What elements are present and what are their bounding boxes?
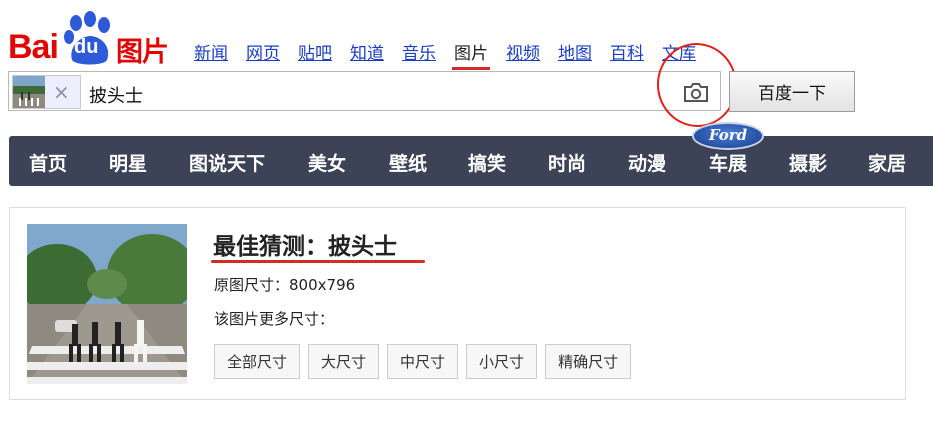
size-all-button[interactable]: 全部尺寸 — [214, 344, 301, 379]
result-card: 最佳猜测：披头士 原图尺寸：800x796 该图片更多尺寸： 全部尺寸 大尺寸 … — [9, 207, 906, 400]
ford-logo[interactable]: Ford — [692, 122, 764, 150]
result-photo[interactable] — [27, 224, 187, 384]
category-beauty[interactable]: 美女 — [308, 149, 346, 176]
category-anime[interactable]: 动漫 — [628, 149, 666, 176]
size-large-button[interactable]: 大尺寸 — [308, 344, 380, 379]
category-wallpaper[interactable]: 壁纸 — [389, 149, 427, 176]
original-size: 原图尺寸：800x796 — [214, 274, 355, 295]
query-image-thumbnail[interactable]: × — [12, 75, 81, 109]
remove-image-icon[interactable]: × — [53, 80, 70, 104]
original-size-value: 800x796 — [289, 276, 356, 294]
baidu-image-logo[interactable]: Bai du 图片 — [8, 10, 169, 68]
nav-web[interactable]: 网页 — [246, 39, 280, 64]
logo-pic-text: 图片 — [116, 37, 169, 68]
category-bar: 首页 明星 图说天下 美女 壁纸 搞笑 时尚 动漫 车展 摄影 家居 — [9, 136, 933, 186]
size-buttons: 全部尺寸 大尺寸 中尺寸 小尺寸 精确尺寸 — [214, 344, 639, 379]
nav-tieba[interactable]: 贴吧 — [298, 39, 332, 64]
nav-images[interactable]: 图片 — [452, 39, 490, 70]
best-guess-heading: 最佳猜测：披头士 — [213, 234, 397, 260]
category-home[interactable]: 首页 — [29, 149, 67, 176]
nav-zhidao[interactable]: 知道 — [350, 39, 384, 64]
size-exact-button[interactable]: 精确尺寸 — [545, 344, 632, 379]
size-medium-button[interactable]: 中尺寸 — [387, 344, 459, 379]
category-funny[interactable]: 搞笑 — [468, 149, 506, 176]
category-photography[interactable]: 摄影 — [789, 149, 827, 176]
original-size-label: 原图尺寸： — [214, 276, 290, 294]
category-world[interactable]: 图说天下 — [189, 149, 265, 176]
logo-du-text: du — [74, 36, 99, 58]
category-auto-show[interactable]: 车展 — [709, 149, 747, 176]
search-button[interactable]: 百度一下 — [729, 71, 855, 112]
category-home-decor[interactable]: 家居 — [868, 149, 906, 176]
search-input[interactable]: 披头士 — [89, 82, 143, 108]
nav-map[interactable]: 地图 — [558, 39, 592, 64]
nav-video[interactable]: 视频 — [506, 39, 540, 64]
category-stars[interactable]: 明星 — [109, 149, 147, 176]
nav-news[interactable]: 新闻 — [194, 39, 228, 64]
nav-baike[interactable]: 百科 — [610, 39, 644, 64]
category-fashion[interactable]: 时尚 — [548, 149, 586, 176]
size-small-button[interactable]: 小尺寸 — [466, 344, 538, 379]
search-box[interactable]: × 披头士 — [8, 71, 721, 111]
logo-bai-text: Bai — [8, 28, 59, 66]
top-nav: 新闻 网页 贴吧 知道 音乐 图片 视频 地图 百科 文库 — [194, 39, 714, 70]
more-sizes-label: 该图片更多尺寸： — [214, 310, 335, 328]
guess-underline — [211, 260, 425, 263]
abbey-road-mini-image — [13, 76, 45, 108]
nav-music[interactable]: 音乐 — [402, 39, 436, 64]
